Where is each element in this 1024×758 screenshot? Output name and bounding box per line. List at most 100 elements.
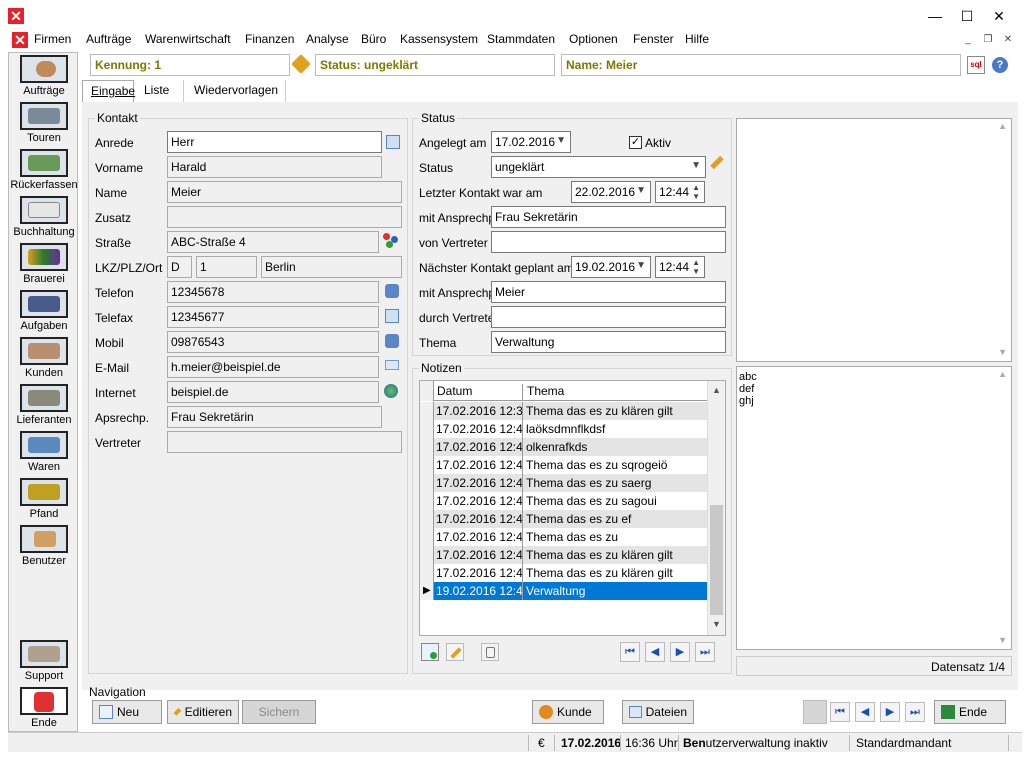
mail-icon[interactable]: [385, 360, 399, 370]
menu-firmen[interactable]: Firmen: [34, 32, 71, 46]
ansprech1-field[interactable]: Frau Sekretärin: [491, 206, 726, 228]
naechster-date-picker[interactable]: 19.02.2016 ▼: [571, 256, 651, 278]
plz-field[interactable]: 1: [196, 256, 257, 278]
scroll-up-icon[interactable]: ▲: [998, 369, 1007, 379]
thema-field[interactable]: Verwaltung: [491, 331, 726, 353]
table-row[interactable]: 17.02.2016 12:35:Thema das es zu klären …: [420, 402, 707, 420]
sidebar-item-rueckerfassen[interactable]: Rückerfassen: [9, 149, 79, 191]
vertreter2-field[interactable]: [491, 306, 726, 328]
ort-field[interactable]: Berlin: [261, 256, 402, 278]
minimize-button[interactable]: —: [920, 4, 950, 28]
sidebar-item-aufgaben[interactable]: Aufgaben: [9, 290, 79, 332]
sidebar-item-buchhaltung[interactable]: Buchhaltung: [9, 196, 79, 238]
menu-fenster[interactable]: Fenster: [633, 32, 674, 46]
row-selector[interactable]: [420, 528, 434, 546]
pencil-icon[interactable]: [291, 54, 311, 74]
map-pins-icon[interactable]: [383, 233, 398, 248]
notes-first-button[interactable]: ⏮: [620, 642, 640, 662]
scroll-up-icon[interactable]: ▲: [998, 121, 1007, 131]
row-selector[interactable]: [420, 546, 434, 564]
table-row[interactable]: 17.02.2016 12:44:Thema das es zu saerg: [420, 474, 707, 492]
internet-field[interactable]: beispiel.de: [167, 381, 379, 403]
close-button[interactable]: ✕: [984, 4, 1014, 28]
grid-scrollbar[interactable]: ▲ ▼: [707, 381, 725, 635]
sql-icon[interactable]: sql: [967, 56, 985, 74]
new-note-icon[interactable]: [421, 643, 439, 661]
menu-stammdaten[interactable]: Stammdaten: [487, 32, 555, 46]
mdi-close-button[interactable]: ✕: [1000, 32, 1016, 48]
sidebar-item-brauerei[interactable]: Brauerei: [9, 243, 79, 285]
row-selector[interactable]: ▶: [420, 582, 434, 600]
row-selector[interactable]: [420, 474, 434, 492]
telefax-field[interactable]: 12345677: [167, 306, 379, 328]
notes-last-button[interactable]: ⏭: [695, 642, 715, 662]
aktiv-checkbox[interactable]: ✓: [629, 136, 642, 149]
spin-arrows-icon[interactable]: ▲ ▼: [692, 183, 700, 201]
menu-analyse[interactable]: Analyse: [306, 32, 349, 46]
menu-auftraege[interactable]: Aufträge: [86, 32, 131, 46]
letzter-time-spinner[interactable]: 12:44 ▲ ▼: [655, 181, 705, 203]
ansprech-field[interactable]: Frau Sekretärin: [167, 406, 382, 428]
scroll-down-icon[interactable]: ▼: [998, 635, 1007, 645]
menu-optionen[interactable]: Optionen: [569, 32, 618, 46]
letzter-date-picker[interactable]: 22.02.2016 ▼: [571, 181, 651, 203]
table-row[interactable]: 17.02.2016 12:44:Thema das es zu sagoui: [420, 492, 707, 510]
upper-memo-pane[interactable]: ▲ ▼: [736, 118, 1012, 362]
notes-grid[interactable]: Datum Thema 17.02.2016 12:35:Thema das e…: [419, 380, 726, 636]
mobile-phone-icon[interactable]: [385, 334, 399, 348]
sidebar-item-support[interactable]: Support: [9, 640, 79, 682]
exit-button[interactable]: Ende: [934, 700, 1006, 724]
menu-buero[interactable]: Büro: [361, 32, 386, 46]
scroll-down-icon[interactable]: ▼: [712, 619, 721, 629]
table-row[interactable]: 17.02.2016 12:44:Thema das es zu ef: [420, 510, 707, 528]
menu-hilfe[interactable]: Hilfe: [685, 32, 709, 46]
record-next-button[interactable]: ▶: [880, 702, 900, 722]
table-row[interactable]: ▶19.02.2016 12:44:Verwaltung: [420, 582, 707, 600]
scroll-up-icon[interactable]: ▲: [712, 385, 721, 395]
table-row[interactable]: 17.02.2016 12:44:laöksdmnflkdsf: [420, 420, 707, 438]
row-selector[interactable]: [420, 420, 434, 438]
lkz-field[interactable]: D: [167, 256, 192, 278]
scrollbar-thumb[interactable]: [710, 505, 723, 615]
naechster-time-spinner[interactable]: 12:44 ▲ ▼: [655, 256, 705, 278]
sidebar-item-kunden[interactable]: Kunden: [9, 337, 79, 379]
new-button[interactable]: Neu: [92, 700, 162, 724]
help-icon[interactable]: ?: [992, 57, 1008, 73]
row-selector[interactable]: [420, 456, 434, 474]
row-selector[interactable]: [420, 402, 434, 420]
phone-icon[interactable]: [385, 284, 399, 298]
mobil-field[interactable]: 09876543: [167, 331, 379, 353]
sidebar-item-waren[interactable]: Waren: [9, 431, 79, 473]
copy-icon[interactable]: [386, 135, 400, 149]
menu-warenwirtschaft[interactable]: Warenwirtschaft: [145, 32, 231, 46]
row-selector[interactable]: [420, 492, 434, 510]
column-header-thema[interactable]: Thema: [527, 384, 564, 398]
angelegt-date-picker[interactable]: 17.02.2016 ▼: [491, 131, 571, 153]
delete-note-icon[interactable]: [481, 643, 499, 661]
vertreter1-field[interactable]: [491, 231, 726, 253]
row-selector[interactable]: [420, 438, 434, 456]
tab-liste[interactable]: Liste: [136, 80, 184, 102]
table-row[interactable]: 17.02.2016 12:44:Thema das es zu klären …: [420, 564, 707, 582]
sidebar-item-benutzer[interactable]: Benutzer: [9, 525, 79, 567]
table-row[interactable]: 17.02.2016 12:44:olkenrafkds: [420, 438, 707, 456]
telefon-field[interactable]: 12345678: [167, 281, 379, 303]
column-header-datum[interactable]: Datum: [435, 384, 523, 401]
sidebar-item-lieferanten[interactable]: Lieferanten: [9, 384, 79, 426]
notes-next-button[interactable]: ▶: [670, 642, 690, 662]
row-selector[interactable]: [420, 564, 434, 582]
row-selector[interactable]: [420, 510, 434, 528]
menu-kassensystem[interactable]: Kassensystem: [400, 32, 478, 46]
edit-button[interactable]: Editieren: [167, 700, 239, 724]
fax-icon[interactable]: [385, 309, 399, 323]
note-text-pane[interactable]: abc def ghj ▲ ▼: [736, 366, 1012, 650]
notes-prev-button[interactable]: ◀: [645, 642, 665, 662]
mdi-restore-button[interactable]: ❐: [980, 32, 996, 48]
vorname-field[interactable]: Harald: [167, 156, 382, 178]
name-field[interactable]: Meier: [167, 181, 402, 203]
sidebar-item-touren[interactable]: Touren: [9, 102, 79, 144]
maximize-button[interactable]: ☐: [952, 4, 982, 28]
tab-wiedervorlagen[interactable]: Wiedervorlagen: [186, 80, 286, 102]
record-prev-button[interactable]: ◀: [855, 702, 875, 722]
sidebar-item-pfand[interactable]: Pfand: [9, 478, 79, 520]
